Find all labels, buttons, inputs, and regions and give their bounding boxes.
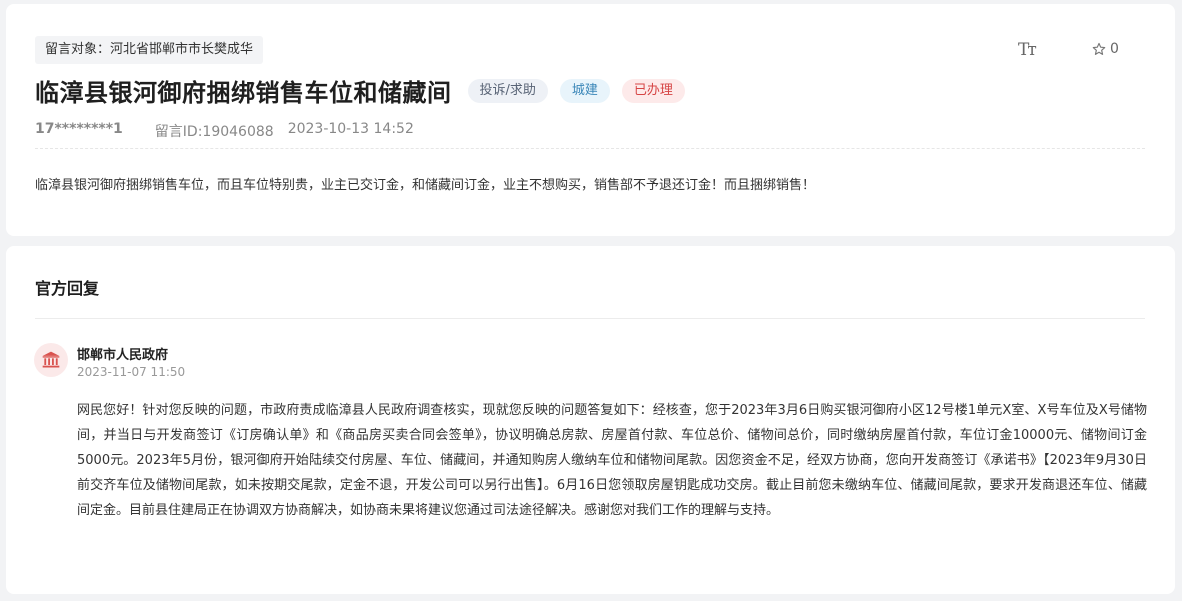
message-card: 留言对象：河北省邯郸市市长樊成华 Tт 0 临漳县银河御府捆绑销售车位和储藏间 … bbox=[6, 4, 1175, 236]
star-icon bbox=[1092, 42, 1106, 55]
divider bbox=[35, 318, 1145, 319]
government-building-icon bbox=[34, 343, 68, 377]
status-badge: 已办理 bbox=[621, 78, 685, 103]
favorite-button[interactable]: 0 bbox=[1092, 41, 1119, 57]
reply-content: 网民您好！针对您反映的问题，市政府责成临漳县人民政府调查核实，现就您反映的问题答… bbox=[77, 403, 1147, 518]
reply-time: 2023-11-07 11:50 bbox=[77, 365, 186, 379]
reply-heading: 官方回复 bbox=[35, 279, 100, 298]
favorite-count: 0 bbox=[1110, 41, 1119, 57]
message-time: 2023-10-13 14:52 bbox=[287, 121, 414, 137]
message-content: 临漳县银河御府捆绑销售车位，而且车位特别贵，业主已交订金，和储藏间订金，业主不想… bbox=[35, 178, 816, 193]
reply-org-name: 邯郸市人民政府 bbox=[77, 348, 169, 363]
type-badge: 投诉/求助 bbox=[467, 78, 548, 103]
message-target-tag: 留言对象：河北省邯郸市市长樊成华 bbox=[35, 36, 264, 64]
divider bbox=[35, 148, 1145, 149]
message-meta: 17********1 留言ID:19046088 2023-10-13 14:… bbox=[35, 121, 414, 141]
official-reply-card: 官方回复 邯郸市人民政府 2023-11-07 11:50 网民您好！针对您反映… bbox=[6, 246, 1175, 594]
page-title: 临漳县银河御府捆绑销售车位和储藏间 bbox=[35, 79, 452, 107]
message-id: 留言ID:19046088 bbox=[154, 124, 274, 140]
title-row: 临漳县银河御府捆绑销售车位和储藏间 投诉/求助 城建 已办理 bbox=[35, 73, 685, 108]
font-size-icon[interactable]: Tт bbox=[1018, 40, 1037, 60]
message-user: 17********1 bbox=[35, 121, 123, 137]
category-badge: 城建 bbox=[559, 78, 610, 103]
